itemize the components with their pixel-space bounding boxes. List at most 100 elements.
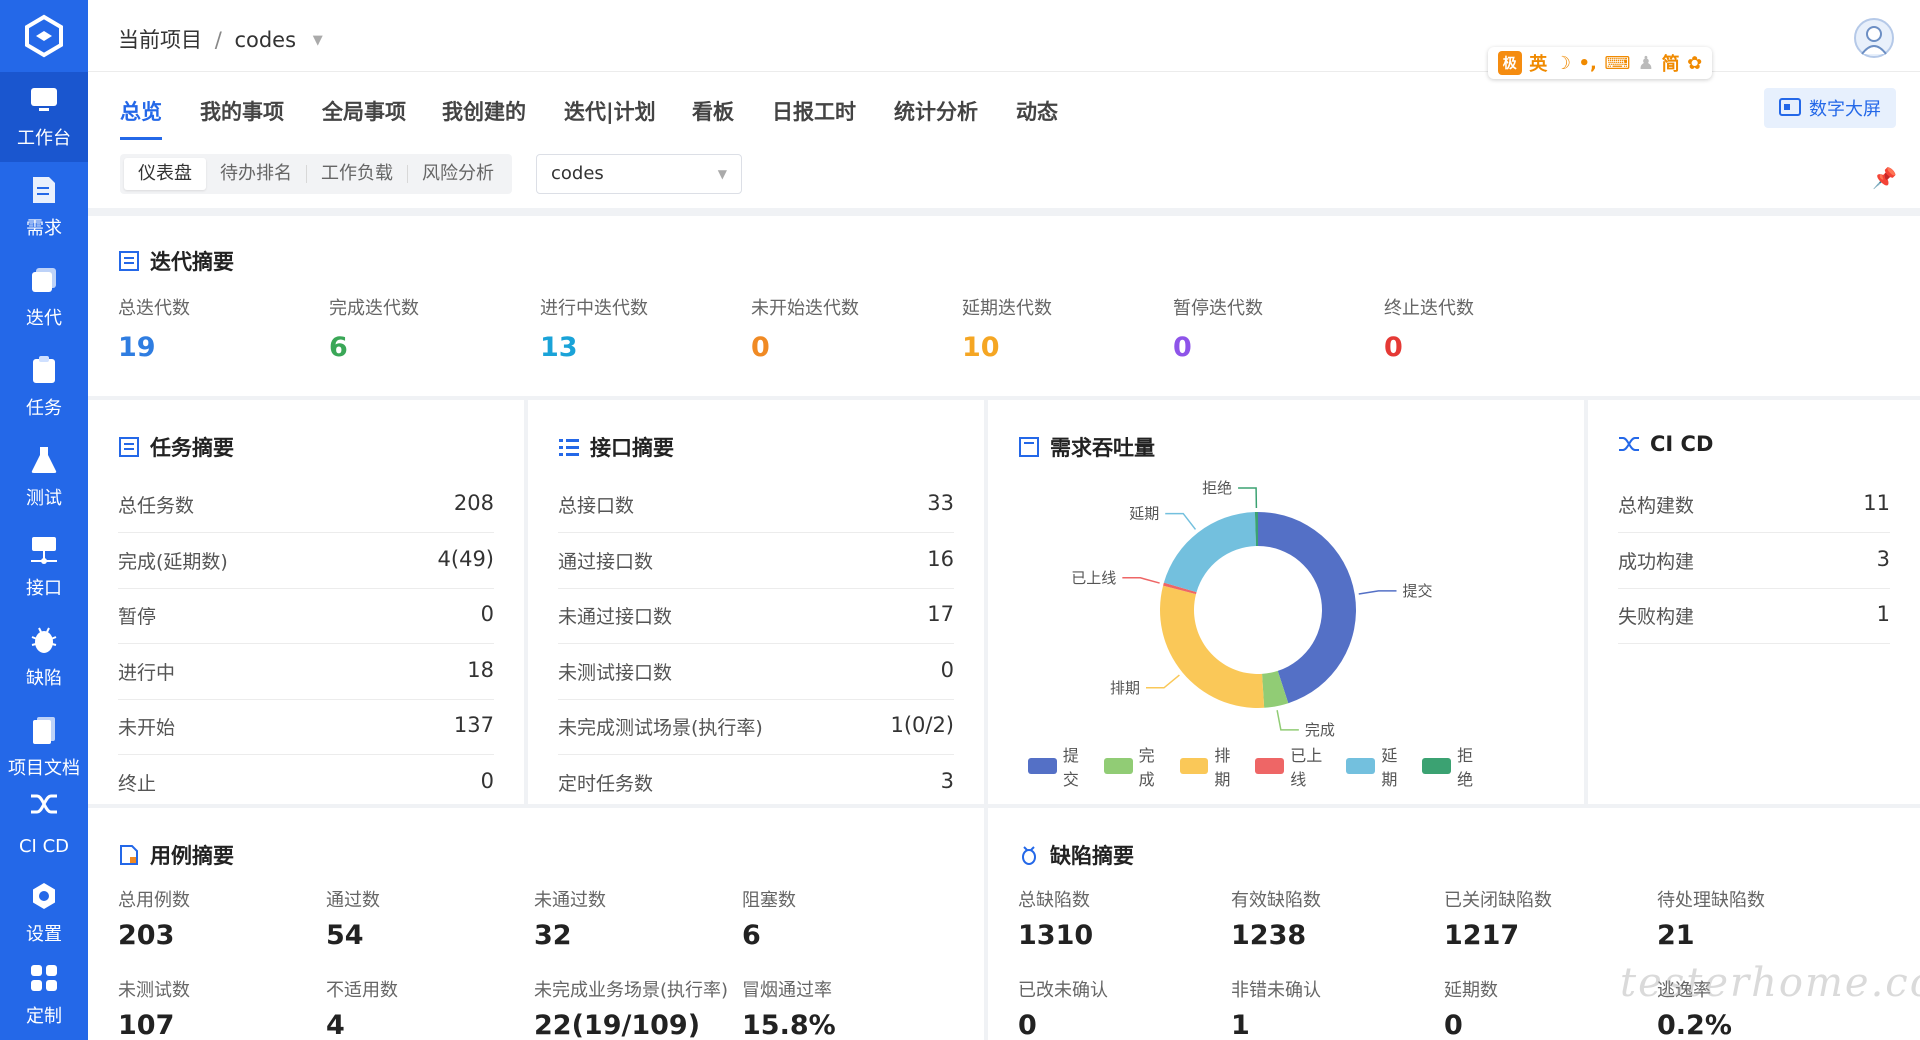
row-label: 终止: [118, 772, 157, 795]
app-logo[interactable]: [0, 0, 88, 72]
sidebar-item-cicd[interactable]: CI CD: [0, 782, 88, 854]
legend-item[interactable]: 提交: [1028, 742, 1094, 790]
label-leader-line: [1145, 674, 1180, 689]
row-label: 通过接口数: [558, 550, 654, 573]
project-select[interactable]: codes ▼: [536, 154, 742, 194]
seg-todo-rank[interactable]: 待办排名: [206, 158, 306, 190]
chart-legend: 提交 完成 排期 已上线 延期 拒绝: [1028, 742, 1488, 790]
pin-icon[interactable]: 📌: [1872, 166, 1897, 190]
sidebar-item-docs[interactable]: 项目文档: [0, 702, 88, 792]
legend-item[interactable]: 完成: [1103, 742, 1170, 790]
sidebar-item-label: 工作台: [17, 128, 71, 149]
sidebar-item-iteration[interactable]: 迭代: [0, 252, 88, 342]
seg-dashboard[interactable]: 仪表盘: [124, 158, 206, 190]
legend-item[interactable]: 已上线: [1255, 742, 1336, 790]
stat-value: 10: [962, 332, 1000, 363]
summary-row: 未测试接口数 0: [558, 645, 954, 700]
row-label: 未测试接口数: [558, 661, 673, 684]
sidebar-item-label: 缺陷: [26, 668, 62, 689]
tab-iteration-plan[interactable]: 迭代|计划: [564, 96, 656, 126]
sub-bar: 仪表盘 待办排名 工作负载 风险分析 codes ▼ 📌: [88, 144, 1920, 208]
tab-daily-report[interactable]: 日报工时: [772, 96, 856, 126]
big-screen-button[interactable]: 数字大屏: [1764, 88, 1896, 128]
legend-item[interactable]: 延期: [1346, 742, 1412, 790]
breadcrumb[interactable]: 当前项目 / codes ▼: [118, 24, 323, 54]
row-value: 137: [453, 713, 494, 737]
api-summary-card: 接口摘要 总接口数 33 通过接口数 16 未通过接口数 17 未测试接口数 0 未完成测试场景…: [528, 400, 984, 811]
sidebar-item-label: 项目文档: [8, 758, 80, 779]
iteration-stat: 进行中迭代数 13: [540, 294, 648, 363]
stat-value: 13: [540, 332, 578, 363]
stat-value: 0: [1444, 1010, 1463, 1040]
punctuation-icon[interactable]: •,: [1579, 53, 1597, 74]
row-value: 33: [927, 491, 954, 515]
user-icon[interactable]: ♟: [1638, 53, 1654, 74]
sidebar-item-api[interactable]: 接口: [0, 522, 88, 612]
defects-title: 缺陷摘要: [1050, 844, 1134, 868]
tab-global-items[interactable]: 全局事项: [322, 96, 406, 126]
moon-icon[interactable]: ☽: [1555, 53, 1571, 74]
summary-stat: 未测试数 107: [118, 976, 190, 1040]
seg-workload[interactable]: 工作负载: [307, 158, 407, 190]
summary-row: 失败构建 1: [1618, 589, 1890, 644]
network-icon: [28, 534, 60, 566]
ime-mode[interactable]: 简: [1662, 50, 1680, 76]
keyboard-icon[interactable]: ⌨: [1604, 53, 1630, 74]
label-leader-line: [1165, 512, 1197, 530]
chevron-down-icon: ▼: [312, 33, 323, 48]
row-label: 总接口数: [558, 495, 635, 517]
gear-icon[interactable]: ✿: [1687, 53, 1702, 74]
legend-item[interactable]: 排期: [1179, 742, 1246, 790]
stat-label: 进行中迭代数: [540, 298, 648, 319]
tab-my-items[interactable]: 我的事项: [200, 96, 284, 126]
sidebar-item-demand[interactable]: 需求: [0, 162, 88, 252]
stat-label: 冒烟通过率: [742, 980, 832, 1001]
sidebar-item-workbench[interactable]: 工作台: [0, 72, 88, 162]
iteration-stat: 终止迭代数 0: [1384, 294, 1474, 363]
stat-label: 总用例数: [118, 890, 190, 911]
row-label: 未完成测试场景(执行率): [558, 717, 763, 739]
sidebar-item-settings[interactable]: 设置: [0, 868, 88, 958]
row-value: 3: [940, 768, 954, 793]
sidebar-item-task[interactable]: 任务: [0, 342, 88, 432]
donut-slice-排期[interactable]: [1160, 585, 1265, 708]
ime-toolbar[interactable]: 极 英 ☽ •, ⌨ ♟ 简 ✿: [1488, 47, 1712, 79]
stat-label: 延期数: [1444, 980, 1498, 1001]
sidebar-item-defect[interactable]: 缺陷: [0, 612, 88, 702]
stat-value: 6: [329, 332, 348, 363]
stat-value: 0: [1384, 332, 1403, 363]
stat-label: 不适用数: [326, 980, 398, 1001]
stat-label: 总缺陷数: [1018, 890, 1090, 911]
watermark: testerhome.com: [1620, 960, 1920, 1006]
iteration-stat: 完成迭代数 6: [329, 294, 419, 363]
summary-row: 未通过接口数 17: [558, 589, 954, 644]
bug-icon: [1018, 844, 1040, 866]
stat-value: 21: [1657, 920, 1695, 951]
case-summary-card: 用例摘要 总用例数 203 通过数 54 未通过数 32 阻塞数 6 未测试数 107 不适用数 4 未…: [88, 808, 984, 1040]
row-label: 总构建数: [1618, 495, 1695, 517]
tab-created-by-me[interactable]: 我创建的: [442, 96, 526, 126]
row-label: 进行中: [118, 661, 176, 684]
tab-overview[interactable]: 总览: [120, 96, 162, 140]
sidebar-item-custom[interactable]: 定制: [0, 950, 88, 1040]
seg-risk[interactable]: 风险分析: [408, 158, 508, 190]
tab-kanban[interactable]: 看板: [692, 96, 734, 126]
stat-value: 15.8%: [742, 1010, 836, 1040]
ime-language[interactable]: 英: [1529, 50, 1547, 76]
summary-stat: 待处理缺陷数 21: [1657, 886, 1765, 951]
summary-row: 未开始 137: [118, 700, 494, 755]
donut-slice-延期[interactable]: [1163, 512, 1256, 593]
tab-statistics[interactable]: 统计分析: [894, 96, 978, 126]
legend-label: 排期: [1214, 746, 1231, 789]
tab-activity[interactable]: 动态: [1016, 96, 1058, 126]
slice-label: 排期: [1110, 679, 1140, 697]
breadcrumb-root: 当前项目: [118, 28, 202, 52]
list-icon: [558, 436, 580, 458]
slice-label: 提交: [1402, 582, 1432, 600]
card-title: 迭代摘要: [118, 246, 234, 276]
avatar[interactable]: [1854, 18, 1894, 58]
sidebar-item-label: 测试: [26, 488, 62, 509]
row-label: 定时任务数: [558, 772, 654, 795]
legend-item[interactable]: 拒绝: [1422, 742, 1488, 790]
sidebar-item-test[interactable]: 测试: [0, 432, 88, 522]
